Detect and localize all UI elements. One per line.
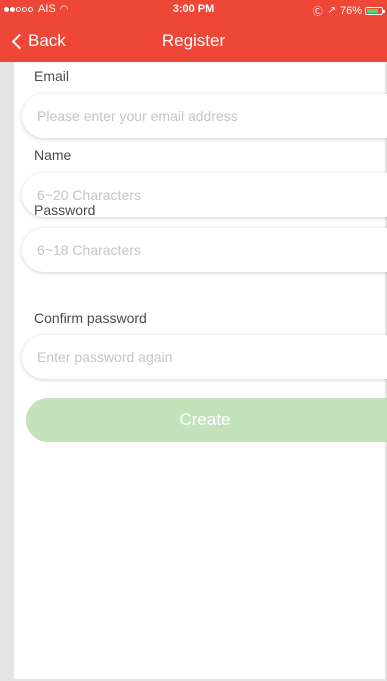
battery-level-fill	[367, 8, 378, 13]
status-right: Ⓒ ↗ 76%	[312, 3, 385, 18]
back-button[interactable]: Back	[10, 20, 66, 62]
confirm-password-field[interactable]	[22, 335, 387, 379]
chevron-left-icon	[11, 33, 28, 49]
frame-left-edge	[0, 62, 14, 681]
confirm-password-label: Confirm password	[34, 310, 147, 326]
status-bar: AIS ◠ 3:00 PM Ⓒ ↗ 76%	[0, 0, 387, 20]
name-label: Name	[34, 147, 72, 163]
email-field[interactable]	[22, 94, 387, 138]
back-label: Back	[28, 31, 66, 50]
navigation-bar: Register Back	[0, 20, 387, 62]
register-screen: AIS ◠ 3:00 PM Ⓒ ↗ 76% Register Back Emai…	[0, 0, 387, 681]
create-button[interactable]: Create	[26, 398, 387, 442]
password-field[interactable]	[22, 228, 387, 272]
rotation-lock-icon: Ⓒ	[312, 7, 323, 18]
password-label: Password	[34, 202, 96, 218]
battery-percentage: 76%	[339, 4, 362, 17]
battery-tip	[383, 9, 385, 13]
battery-icon	[365, 6, 385, 15]
email-label: Email	[34, 68, 70, 84]
create-button-label: Create	[179, 410, 231, 429]
location-arrow-icon: ↗	[327, 5, 336, 16]
